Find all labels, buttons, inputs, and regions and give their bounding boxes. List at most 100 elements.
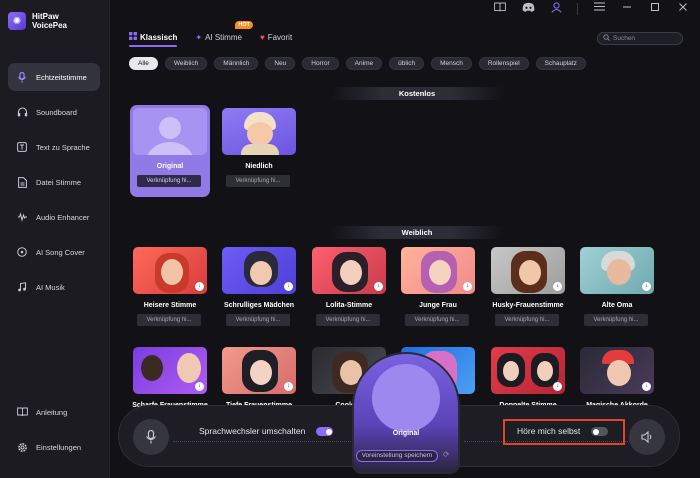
voice-name: Original (156, 163, 184, 170)
brand: ✺ HitPaw VoicePea (8, 12, 67, 30)
filter-chip-horror[interactable]: Horror (302, 57, 339, 70)
download-icon[interactable]: ↓ (284, 382, 293, 391)
sidebar-item-ai-song-cover[interactable]: AI Song Cover (8, 238, 100, 266)
save-preset-button[interactable]: Voreinstellung speichern (356, 450, 438, 462)
voice-changer-toggle[interactable] (316, 427, 333, 436)
filter-chip-neu[interactable]: Neu (265, 57, 296, 70)
add-shortcut-button[interactable]: Verknüpfung hi... (405, 314, 469, 326)
voice-avatar: ↓ (580, 247, 654, 294)
sidebar-item-label: Soundboard (36, 107, 77, 117)
hear-myself-toggle[interactable] (591, 427, 608, 436)
grid-icon (129, 32, 137, 42)
tab-label: Klassisch (140, 32, 178, 42)
book-icon (16, 406, 28, 418)
download-icon[interactable]: ↓ (374, 282, 383, 291)
tab-label: AI Stimme (205, 32, 242, 42)
microphone-icon (146, 430, 156, 444)
download-icon[interactable]: ↓ (553, 282, 562, 291)
window-controls-divider (577, 3, 578, 15)
add-shortcut-button[interactable]: Verknüpfung hi... (226, 175, 290, 187)
mic-icon (16, 71, 28, 83)
add-shortcut-button[interactable]: Verknüpfung hi... (584, 314, 648, 326)
voice-card-schrulliges-maedchen[interactable]: ↓ Schrulliges Mädchen Verknüpfung hi... (219, 244, 299, 336)
sidebar-item-datei-stimme[interactable]: Datei Stimme (8, 168, 100, 196)
download-icon[interactable]: ↓ (642, 282, 651, 291)
microphone-button[interactable] (133, 419, 169, 455)
current-voice-avatar (372, 364, 440, 432)
sidebar: ✺ HitPaw VoicePea Echtzeitstimme Soundbo… (0, 0, 110, 478)
close-icon[interactable] (676, 2, 690, 16)
maximize-icon[interactable] (648, 2, 662, 16)
download-icon[interactable]: ↓ (195, 382, 204, 391)
disc-icon (16, 246, 28, 258)
add-shortcut-button[interactable]: Verknüpfung hi... (226, 314, 290, 326)
add-shortcut-button[interactable]: Verknüpfung hi... (137, 314, 201, 326)
tab-klassisch[interactable]: Klassisch (129, 32, 178, 47)
tab-favorit[interactable]: ♥ Favorit (260, 32, 292, 42)
voice-card-alte-oma[interactable]: ↓ Alte Oma Verknüpfung hi... (577, 244, 657, 336)
search-icon (603, 34, 610, 43)
voice-card-junge-frau[interactable]: ↓ Junge Frau Verknüpfung hi... (398, 244, 478, 336)
discord-icon[interactable] (521, 2, 535, 16)
add-shortcut-button[interactable]: Verknüpfung hi... (137, 175, 201, 187)
download-icon[interactable]: ↓ (284, 282, 293, 291)
user-account-icon[interactable] (549, 2, 563, 16)
download-icon[interactable]: ↓ (195, 282, 204, 291)
voice-card-niedlich[interactable]: Niedlich Verknüpfung hi... (219, 105, 299, 197)
speaker-icon (640, 431, 651, 443)
tab-ai-stimme[interactable]: ✦ AI Stimme HOT (195, 21, 253, 42)
menu-icon[interactable] (592, 2, 606, 16)
search-input[interactable]: Suchen (597, 32, 683, 45)
sidebar-item-label: Einstellungen (36, 442, 82, 452)
minimize-icon[interactable] (620, 2, 634, 16)
window-controls (493, 2, 690, 16)
voice-name: Heisere Stimme (143, 302, 197, 309)
speaker-button[interactable] (629, 419, 665, 455)
voice-card-husky-frauenstimme[interactable]: ↓ Husky-Frauenstimme Verknüpfung hi... (488, 244, 568, 336)
voice-card-lolita-stimme[interactable]: ↓ Lolita-Stimme Verknüpfung hi... (309, 244, 389, 336)
filter-chip-ueblich[interactable]: üblich (389, 57, 425, 70)
filter-chip-weiblich[interactable]: Weiblich (164, 57, 208, 70)
sidebar-nav: Echtzeitstimme Soundboard Text zu Sprach… (8, 63, 100, 308)
voice-card-original[interactable]: Original Verknüpfung hi... (130, 105, 210, 197)
filter-chip-rollenspiel[interactable]: Rollenspiel (478, 57, 529, 70)
hot-badge: HOT (235, 21, 253, 29)
sidebar-item-text-zu-sprache[interactable]: Text zu Sprache (8, 133, 100, 161)
add-shortcut-button[interactable]: Verknüpfung hi... (316, 314, 380, 326)
add-shortcut-button[interactable]: Verknüpfung hi... (495, 314, 559, 326)
sidebar-item-einstellungen[interactable]: Einstellungen (8, 433, 100, 461)
voice-avatar: ↓ (133, 247, 207, 294)
filter-chip-alle[interactable]: Alle (129, 57, 158, 70)
voice-tabs: Klassisch ✦ AI Stimme HOT ♥ Favorit (129, 21, 292, 47)
voice-avatar: ↓ (491, 347, 565, 394)
sidebar-item-anleitung[interactable]: Anleitung (8, 398, 100, 426)
text-icon (16, 141, 28, 153)
sidebar-item-soundboard[interactable]: Soundboard (8, 98, 100, 126)
sidebar-item-label: Anleitung (36, 407, 68, 417)
current-voice-name: Original (392, 430, 420, 437)
headphones-icon (16, 106, 28, 118)
filter-chip-maennlich[interactable]: Männlich (214, 57, 259, 70)
enhance-icon (16, 211, 28, 223)
hear-myself-toggle-label: Höre mich selbst (517, 426, 581, 436)
section-header-kostenlos: Kostenlos (331, 87, 503, 100)
filter-chip-anime[interactable]: Anime (345, 57, 383, 70)
voice-card-heisere-stimme[interactable]: ↓ Heisere Stimme Verknüpfung hi... (130, 244, 210, 336)
sidebar-item-label: Text zu Sprache (36, 142, 90, 152)
guide-book-icon[interactable] (493, 2, 507, 16)
download-icon[interactable]: ↓ (463, 282, 472, 291)
sidebar-item-ai-musik[interactable]: AI Musik (8, 273, 100, 301)
sidebar-item-echtzeitstimme[interactable]: Echtzeitstimme (8, 63, 100, 91)
filter-chip-schauplatz[interactable]: Schauplatz (535, 57, 586, 70)
filter-chips: Alle Weiblich Männlich Neu Horror Anime … (129, 57, 586, 70)
tab-label: Favorit (267, 32, 293, 42)
voice-avatar: ↓ (312, 247, 386, 294)
filter-chip-mensch[interactable]: Mensch (431, 57, 472, 70)
voice-name: Alte Oma (601, 302, 633, 309)
download-icon[interactable]: ↓ (642, 382, 651, 391)
refresh-icon[interactable]: ⟳ (443, 450, 450, 459)
sidebar-item-audio-enhancer[interactable]: Audio Enhancer (8, 203, 100, 231)
download-icon[interactable]: ↓ (553, 382, 562, 391)
search-placeholder: Suchen (613, 35, 636, 42)
voice-changer-toggle-label: Sprachwechsler umschalten (199, 426, 306, 436)
